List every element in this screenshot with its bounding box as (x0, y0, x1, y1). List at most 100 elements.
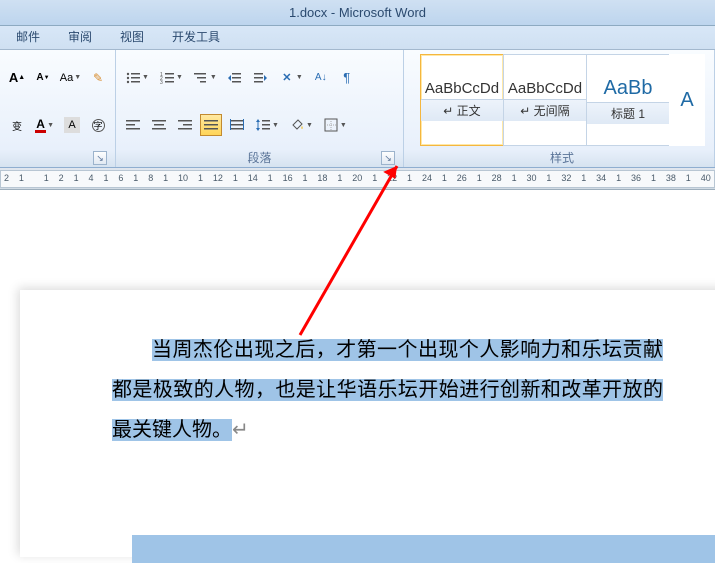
ruler-tick: 1 (19, 173, 24, 183)
ruler-tick: 1 (133, 173, 138, 183)
ruler-tick: 34 (596, 173, 606, 183)
styles-gallery[interactable]: AaBbCcDd ↵ 正文 AaBbCcDd ↵ 无间隔 AaBb 标题 1 A (420, 54, 704, 146)
tab-developer[interactable]: 开发工具 (166, 25, 226, 49)
change-case-icon: Aa (60, 70, 73, 86)
borders-icon (323, 117, 339, 133)
style-name: ↵ 无间隔 (504, 99, 586, 121)
ruler-tick: 2 (4, 173, 9, 183)
group-label-font: ↘ (6, 149, 109, 167)
multilevel-list-button[interactable]: ▼ (190, 67, 220, 89)
distribute-button[interactable] (226, 114, 248, 136)
style-tile-nospacing[interactable]: AaBbCcDd ↵ 无间隔 (503, 54, 587, 146)
phonetic-icon: 变 (9, 117, 25, 133)
align-right-icon (177, 117, 193, 133)
increase-indent-button[interactable] (250, 67, 272, 89)
tab-view[interactable]: 视图 (114, 25, 150, 49)
dropdown-icon: ▼ (176, 74, 183, 81)
style-name: 标题 1 (587, 102, 669, 124)
ruler-tick: 26 (457, 173, 467, 183)
numbering-button[interactable]: 123▼ (156, 67, 186, 89)
ruler-tick: 1 (372, 173, 377, 183)
bullets-button[interactable]: ▼ (122, 67, 152, 89)
enclose-chars-button[interactable]: 字 (87, 114, 109, 136)
ruler-tick: 36 (631, 173, 641, 183)
align-left-button[interactable] (122, 114, 144, 136)
group-label-styles: 样式 (410, 149, 714, 167)
align-left-icon (125, 117, 141, 133)
shading-button[interactable]: ▼ (286, 114, 316, 136)
decrease-indent-button[interactable] (224, 67, 246, 89)
shrink-font-icon: A▼ (35, 70, 51, 86)
distribute-icon (229, 117, 245, 133)
show-marks-button[interactable]: ¶ (336, 67, 358, 89)
ruler-ticks: 2112141618110112114116118120122124126128… (0, 173, 715, 183)
align-center-icon (151, 117, 167, 133)
shrink-font-button[interactable]: A▼ (32, 67, 54, 89)
group-label-paragraph: 段落 ↘ (122, 149, 397, 167)
ruler-tick: 1 (442, 173, 447, 183)
styles-label-text: 样式 (550, 151, 574, 165)
ruler-tick: 1 (268, 173, 273, 183)
document-area[interactable]: 当周杰伦出现之后，才第一个出现个人影响力和乐坛贡献都是极致的人物，也是让华语乐坛… (0, 190, 715, 517)
font-dialog-launcher[interactable]: ↘ (93, 151, 107, 165)
group-styles: AaBbCcDd ↵ 正文 AaBbCcDd ↵ 无间隔 AaBb 标题 1 A… (404, 50, 715, 167)
ruler-tick: 1 (686, 173, 691, 183)
pilcrow-icon: ¶ (339, 70, 355, 86)
ruler-tick: 18 (317, 173, 327, 183)
style-preview: AaBbCcDd (425, 80, 499, 97)
ruler-tick: 20 (352, 173, 362, 183)
ruler-tick: 16 (283, 173, 293, 183)
group-font-partial: A▲ A▼ Aa▼ ✎ 变 A▼ A 字 ↘ (0, 50, 116, 167)
dropdown-icon: ▼ (340, 122, 347, 129)
title-bar: 1.docx - Microsoft Word (0, 0, 715, 26)
style-name: ↵ 正文 (421, 99, 503, 121)
ruler-tick: 1 (512, 173, 517, 183)
align-right-button[interactable] (174, 114, 196, 136)
ribbon-tabs: 邮件 审阅 视图 开发工具 (0, 26, 715, 50)
font-color-button[interactable]: A▼ (32, 114, 57, 136)
ruler-tick: 6 (118, 173, 123, 183)
style-tile-partial[interactable]: A (669, 54, 705, 146)
paragraph-1[interactable]: 当周杰伦出现之后，才第一个出现个人影响力和乐坛贡献都是极致的人物，也是让华语乐坛… (112, 330, 663, 450)
ruler-tick: 1 (651, 173, 656, 183)
line-spacing-button[interactable]: ▼ (252, 114, 282, 136)
change-case-button[interactable]: Aa▼ (58, 67, 83, 89)
ruler-tick: 2 (59, 173, 64, 183)
tab-review[interactable]: 审阅 (62, 25, 98, 49)
ruler-tick: 1 (616, 173, 621, 183)
ruler-tick: 38 (666, 173, 676, 183)
font-color-icon: A (35, 117, 46, 133)
ruler-tick: 8 (148, 173, 153, 183)
line-spacing-icon (255, 117, 271, 133)
style-tile-normal[interactable]: AaBbCcDd ↵ 正文 (420, 54, 504, 146)
selected-text: 当周杰伦出现之后，才第一个出现个人影响力和乐坛贡献都是极致的人物，也是让华语乐坛… (112, 339, 663, 441)
align-center-button[interactable] (148, 114, 170, 136)
borders-button[interactable]: ▼ (320, 114, 350, 136)
ruler-tick: 1 (407, 173, 412, 183)
char-shading-button[interactable]: A (61, 114, 83, 136)
align-justify-button[interactable] (200, 114, 222, 136)
ruler-tick: 28 (492, 173, 502, 183)
grow-font-button[interactable]: A▲ (6, 67, 28, 89)
ruler-tick: 24 (422, 173, 432, 183)
dropdown-icon: ▼ (142, 74, 149, 81)
decrease-indent-icon (227, 70, 243, 86)
ruler-tick: 1 (303, 173, 308, 183)
sort-button[interactable]: A↓ (310, 67, 332, 89)
style-tile-heading1[interactable]: AaBb 标题 1 (586, 54, 670, 146)
clear-formatting-button[interactable]: ✎ (87, 67, 109, 89)
tab-mail[interactable]: 邮件 (10, 25, 46, 49)
ruler-tick: 1 (163, 173, 168, 183)
numbering-icon: 123 (159, 70, 175, 86)
multilevel-icon (193, 70, 209, 86)
grow-font-icon: A▲ (9, 70, 25, 86)
phonetic-guide-button[interactable]: 变 (6, 114, 28, 136)
asian-layout-button[interactable]: ✕▼ (276, 67, 306, 89)
ruler-tick: 1 (337, 173, 342, 183)
ruler[interactable]: 2112141618110112114116118120122124126128… (0, 168, 715, 190)
dropdown-icon: ▼ (47, 122, 54, 129)
bullets-icon (125, 70, 141, 86)
selection-overflow (132, 535, 715, 563)
paragraph-dialog-launcher[interactable]: ↘ (381, 151, 395, 165)
ruler-tick: 1 (74, 173, 79, 183)
